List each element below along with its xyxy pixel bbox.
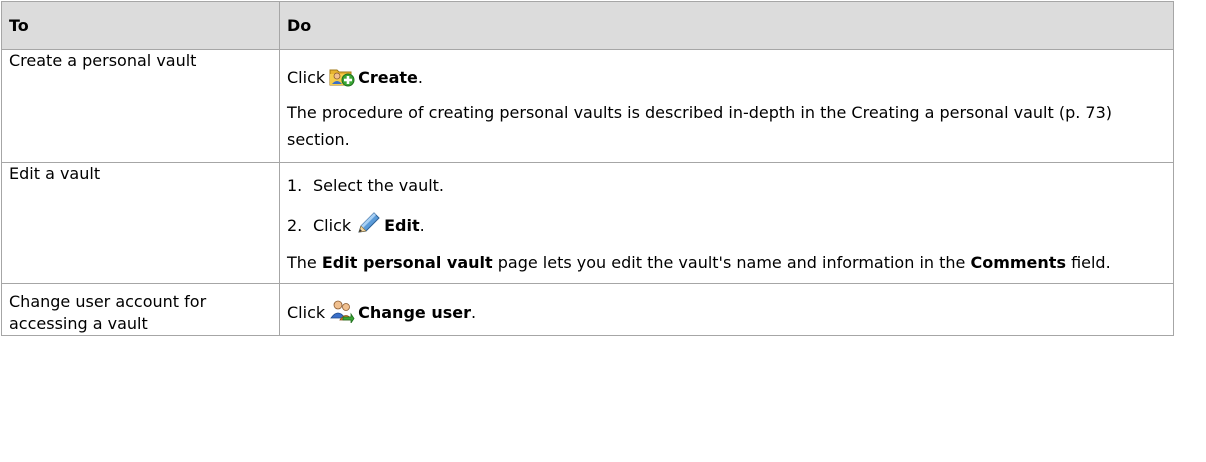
edit-description: The Edit personal vault page lets you ed… (287, 246, 1166, 283)
click-text: Click (287, 303, 326, 322)
edit-step-1: 1. Select the vault. (287, 163, 1166, 206)
header-do: Do (279, 1, 1174, 50)
period-text: . (419, 216, 425, 235)
cell-do-change-user: Click Change user. (279, 283, 1174, 336)
change-user-action-label: Change user (358, 303, 471, 322)
create-description: The procedure of creating personal vault… (287, 103, 1113, 149)
create-action-label: Create (358, 68, 418, 87)
cell-do-edit: 1. Select the vault. 2. Click Edit. The Ed… (279, 162, 1174, 284)
header-to: To (1, 1, 280, 50)
period-text: . (470, 303, 477, 322)
pencil-icon (355, 212, 381, 240)
desc-text: The (287, 253, 317, 272)
table-row-create: Create a personal vault Click Create. Th… (1, 49, 1174, 163)
cell-to-edit: Edit a vault (1, 162, 280, 284)
table-row-edit: Edit a vault 1. Select the vault. 2. Click… (1, 162, 1174, 284)
change-user-instruction: Click Change user. (287, 284, 1166, 327)
step-number: 1. (287, 176, 303, 195)
cell-to-create: Create a personal vault (1, 49, 280, 163)
table-row-change-user: Change user account for accessing a vaul… (1, 283, 1174, 336)
create-vault-icon (329, 64, 355, 92)
desc-text: field. (1071, 253, 1111, 272)
cell-do-create: Click Create. The procedure of creating … (279, 49, 1174, 163)
desc-text: page lets you edit the vault's name and … (497, 253, 966, 272)
click-text: Click (313, 216, 352, 235)
step-text: Select the vault. (313, 176, 445, 195)
cell-to-change-user: Change user account for accessing a vaul… (1, 283, 280, 336)
header-row: To Do (1, 1, 1174, 50)
step-number: 2. (287, 216, 303, 235)
field-name: Comments (970, 253, 1066, 272)
edit-step-2: 2. Click Edit. (287, 206, 1166, 246)
page-name: Edit personal vault (321, 253, 493, 272)
create-instruction: Click Create. (287, 50, 1166, 96)
edit-action-label: Edit (384, 216, 420, 235)
period-text: . (417, 68, 423, 87)
actions-table: To Do Create a personal vault Click Crea… (1, 1, 1174, 336)
change-user-icon (329, 299, 355, 327)
click-text: Click (287, 68, 326, 87)
